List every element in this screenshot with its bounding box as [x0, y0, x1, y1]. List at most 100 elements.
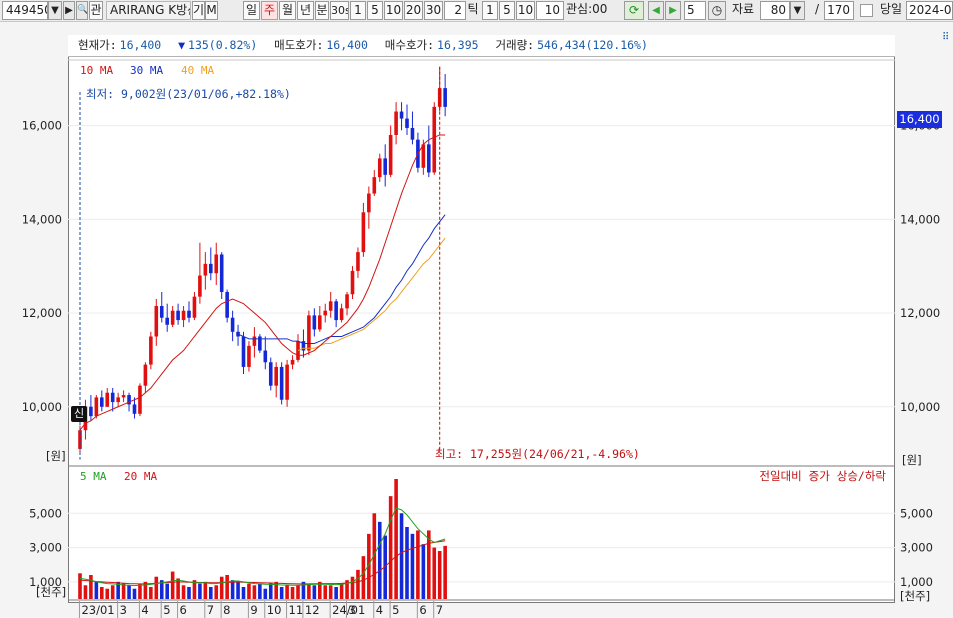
volume-bar — [394, 479, 398, 599]
candle-body — [345, 294, 349, 309]
candle-body — [372, 177, 377, 194]
volume-bar — [132, 588, 137, 599]
price-legend: 10 MA 30 MA 40 MA — [80, 64, 214, 77]
volume-bar — [279, 587, 284, 599]
candle-body — [252, 336, 257, 346]
candle-body — [263, 350, 268, 363]
volume-bar — [230, 580, 235, 599]
candle-body — [388, 134, 393, 175]
volume-bar — [285, 585, 289, 599]
candle-body — [432, 106, 437, 173]
candle-body — [367, 193, 371, 213]
chart-canvas: 16,00016,00014,00014,00012,00012,00010,0… — [22, 59, 940, 618]
candle-body — [198, 275, 202, 297]
candle-body — [394, 111, 398, 135]
volume-bar — [350, 576, 355, 599]
price-tick-left: 14,000 — [22, 212, 62, 226]
xaxis-label: 10 — [267, 603, 282, 617]
volume-bar — [78, 573, 82, 599]
volume-bar — [339, 583, 344, 599]
volume-tick-right: 3,000 — [900, 541, 933, 555]
volume-bar — [83, 585, 88, 599]
volume-bar — [405, 527, 409, 599]
volume-bar — [154, 576, 159, 599]
xaxis-label: 11 — [289, 603, 304, 617]
xaxis-label: 7 — [207, 603, 214, 617]
candle-body — [318, 315, 322, 330]
volume-bar — [181, 585, 186, 599]
xaxis-label: 7 — [436, 603, 443, 617]
candle-body — [225, 291, 229, 318]
volume-bar — [356, 569, 360, 599]
volume-bar — [219, 576, 224, 599]
candle-body — [399, 111, 404, 119]
price-unit-right: [원] — [902, 453, 922, 467]
volume-bar — [89, 575, 93, 599]
price-tick-left: 10,000 — [22, 400, 62, 414]
volume-bar — [149, 587, 153, 599]
volume-tick-right: 5,000 — [900, 506, 933, 520]
candle-body — [307, 315, 311, 351]
xaxis-label: 4 — [141, 603, 148, 617]
candle-body — [94, 397, 99, 417]
volume-bar — [209, 587, 213, 599]
volume-bar — [421, 544, 426, 599]
candle-body — [383, 158, 387, 175]
volume-bar — [165, 583, 169, 599]
candle-body — [100, 397, 104, 407]
volume-bar — [258, 583, 262, 599]
candle-body — [427, 144, 431, 173]
xaxis-label: 4 — [376, 603, 383, 617]
volume-bar — [427, 530, 431, 599]
volume-bar — [247, 583, 251, 599]
low-annotation: 최저: 9,002원(23/01/06,+82.18%) — [86, 87, 291, 101]
volume-bar — [263, 588, 268, 599]
volume-bar — [127, 585, 131, 599]
volume-tick-right: 1,000 — [900, 575, 933, 589]
xaxis-label: 5 — [392, 603, 399, 617]
candle-body — [89, 406, 93, 417]
volume-bar — [252, 585, 257, 599]
candle-body — [285, 364, 289, 400]
candle-body — [138, 385, 142, 414]
price-tick-right: 10,000 — [900, 400, 940, 414]
volume-bar — [399, 513, 404, 599]
volume-bar — [100, 587, 104, 599]
volume-bar — [241, 587, 246, 599]
xaxis-label: 3 — [120, 603, 127, 617]
candle-body — [176, 310, 180, 321]
candle-body — [121, 395, 126, 398]
volume-bar — [105, 588, 110, 599]
xaxis-label: 9 — [250, 603, 257, 617]
volume-bar — [236, 581, 240, 599]
volume-bar — [296, 585, 300, 599]
volume-bar — [198, 583, 202, 599]
candle-body — [116, 397, 120, 403]
price-tick-right: 12,000 — [900, 306, 940, 320]
volume-bar — [187, 587, 191, 599]
price-unit-left: [원] — [46, 449, 66, 463]
volume-bar — [312, 585, 317, 599]
ma40-line — [297, 237, 446, 351]
candle-body — [279, 366, 284, 400]
candle-body — [181, 310, 186, 321]
volume-bar — [121, 583, 126, 599]
volume-bar — [443, 545, 447, 599]
volume-bar — [94, 581, 99, 599]
candle-body — [377, 158, 382, 178]
volume-bar — [110, 585, 115, 599]
volume-bar — [170, 571, 175, 599]
candle-body — [132, 404, 137, 414]
price-tick-left: 12,000 — [22, 306, 62, 320]
price-tick-right: 14,000 — [900, 212, 940, 226]
candle-body — [421, 144, 426, 168]
candle-body — [159, 306, 164, 318]
candle-body — [154, 306, 159, 337]
volume-bar — [203, 581, 208, 599]
legend-ma30: 30 MA — [130, 64, 163, 77]
xaxis-label: 5 — [163, 603, 170, 617]
candle-body — [165, 317, 169, 325]
candle-body — [143, 364, 148, 386]
candle-body — [361, 212, 366, 253]
candle-body — [339, 308, 344, 321]
